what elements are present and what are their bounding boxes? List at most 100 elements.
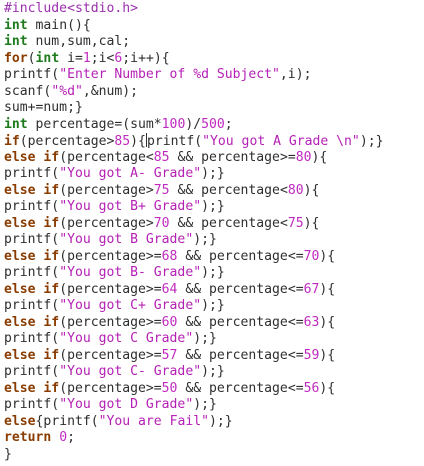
code-token: 85 [153, 149, 170, 165]
code-line[interactable]: else if(percentage<85 && percentage>=80)… [4, 150, 424, 167]
code-line[interactable]: printf("Enter Number of %d Subject",i); [4, 67, 424, 84]
code-token: else if [4, 347, 60, 363]
code-token: 70 [303, 248, 320, 264]
code-token: "You got C- Grade" [59, 364, 202, 379]
code-token: (percentage> [19, 134, 115, 149]
code-token: 67 [303, 281, 320, 297]
code-area[interactable]: #include<stdio.h> int main(){int num,sum,… [4, 1, 424, 463]
code-token: && percentage>= [169, 149, 296, 165]
code-line[interactable]: printf("You got C- Grade");} [4, 364, 424, 381]
code-token: 0 [59, 430, 68, 445]
code-line[interactable]: printf("You got B Grade");} [4, 232, 424, 249]
code-token: ){ [319, 281, 336, 297]
code-token: printf( [4, 166, 60, 181]
code-token: "You got D Grade" [59, 397, 194, 412]
code-token: 56 [303, 380, 320, 396]
code-token: 100 [161, 116, 186, 132]
code-token: && percentage<= [177, 314, 304, 330]
code-token: else if [4, 248, 60, 264]
code-token: ){ [319, 347, 336, 363]
code-token: ,&num); [82, 83, 139, 99]
code-token: 500 [201, 116, 225, 132]
code-token: 60 [161, 314, 178, 330]
code-token: printf( [146, 134, 203, 149]
code-token: #include<stdio.h> [4, 1, 139, 16]
code-line[interactable]: #include<stdio.h> [4, 1, 424, 18]
code-line[interactable]: printf("You got A- Grade");} [4, 166, 424, 183]
code-token: );} [209, 413, 233, 429]
code-line[interactable]: for(int i=1;i<6;i++){ [4, 51, 424, 68]
code-line[interactable]: else if(percentage>=68 && percentage<=70… [4, 249, 424, 266]
code-line[interactable]: } [4, 447, 424, 464]
code-token: ){ [319, 314, 336, 330]
code-token: 75 [153, 182, 170, 198]
code-token: 57 [161, 347, 178, 363]
code-line[interactable]: printf("You got C+ Grade");} [4, 298, 424, 315]
code-token: printf( [4, 67, 60, 82]
code-line[interactable]: else if(percentage>=57 && percentage<=59… [4, 348, 424, 365]
code-token: else [4, 413, 36, 429]
code-line[interactable]: else if(percentage>75 && percentage<80){ [4, 183, 424, 200]
code-token: );} [193, 397, 217, 412]
code-token: "You got C+ Grade" [59, 298, 202, 313]
code-editor[interactable]: #include<stdio.h> int main(){int num,sum,… [0, 0, 424, 466]
code-token: printf( [4, 265, 60, 280]
code-line[interactable]: else if(percentage>=64 && percentage<=67… [4, 282, 424, 299]
code-line[interactable]: printf("You got B+ Grade");} [4, 199, 424, 216]
code-line[interactable]: sum+=num;} [4, 100, 424, 117]
code-token: && percentage<= [177, 380, 304, 396]
code-token: printf( [4, 331, 60, 346]
code-token: 1 [82, 50, 91, 66]
code-line[interactable]: int percentage=(sum*100)/500; [4, 117, 424, 134]
code-token: );} [359, 134, 384, 149]
code-line[interactable]: else if(percentage>70 && percentage<75){ [4, 216, 424, 233]
code-token: ,i); [279, 67, 312, 82]
code-token: printf( [4, 364, 60, 379]
code-token: printf( [4, 232, 60, 247]
code-token: "You got A- Grade" [59, 166, 202, 181]
code-token: (percentage>= [59, 347, 162, 363]
code-token: );} [201, 364, 225, 379]
code-token: printf( [4, 199, 60, 214]
code-token: ; [67, 430, 75, 445]
code-token: );} [193, 232, 217, 247]
code-line[interactable]: printf("You got D Grade");} [4, 397, 424, 414]
code-token: )/ [185, 116, 202, 132]
code-token: );} [201, 265, 225, 280]
code-line[interactable]: else{printf("You are Fail");} [4, 414, 424, 431]
code-token: printf( [4, 298, 60, 313]
code-token: );} [193, 331, 217, 346]
code-line[interactable]: printf("You got B- Grade");} [4, 265, 424, 282]
code-line[interactable]: scanf("%d",&num); [4, 84, 424, 101]
code-line[interactable]: int main(){ [4, 18, 424, 35]
code-token: int [4, 116, 28, 132]
code-token: main(){ [27, 17, 91, 33]
code-token: );} [201, 166, 225, 181]
code-token: int [35, 50, 60, 66]
code-token: 63 [303, 314, 320, 330]
code-token: if [4, 134, 20, 149]
code-line[interactable]: return 0; [4, 430, 424, 447]
code-token: num,sum,cal; [27, 34, 131, 49]
code-token: else if [4, 182, 60, 198]
code-token: && percentage<= [177, 248, 304, 264]
code-token: (percentage< [59, 149, 154, 165]
code-line[interactable]: int num,sum,cal; [4, 34, 424, 51]
code-token: );} [201, 298, 225, 313]
code-token: int [4, 34, 28, 49]
code-token: else if [4, 380, 60, 396]
code-line[interactable]: else if(percentage>=50 && percentage<=56… [4, 381, 424, 398]
code-line[interactable]: if(percentage>85){printf("You got A Grad… [4, 133, 424, 150]
code-token: 68 [161, 248, 178, 264]
code-token: (percentage>= [59, 314, 162, 330]
code-token: ; [224, 116, 233, 132]
code-line[interactable]: else if(percentage>=60 && percentage<=63… [4, 315, 424, 332]
code-token: else if [4, 149, 60, 165]
code-token: percentage=(sum* [27, 116, 162, 132]
code-line[interactable]: printf("You got C Grade");} [4, 331, 424, 348]
code-token: "You got C Grade" [59, 331, 194, 346]
code-token: ){ [303, 182, 320, 198]
code-token: && percentage< [169, 182, 288, 198]
code-token: {printf( [35, 413, 99, 429]
code-token: printf( [4, 397, 60, 412]
